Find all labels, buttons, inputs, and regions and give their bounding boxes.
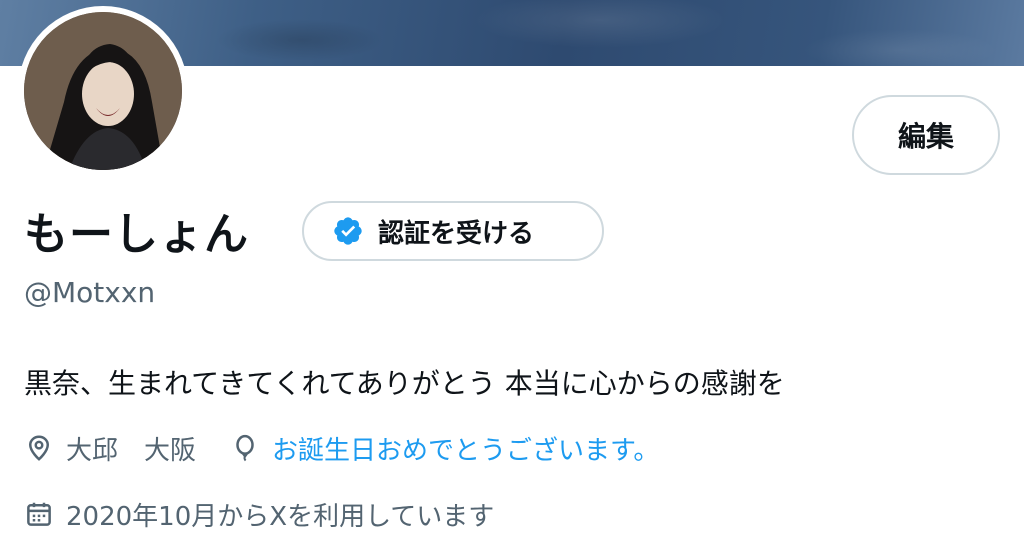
calendar-icon (27, 502, 51, 526)
location-pin-icon (28, 435, 50, 461)
profile-bio: 黒奈、生まれてきてくれてありがとう 本当に心からの感謝を (24, 367, 785, 400)
birthday-link[interactable]: お誕生日おめでとうございます。 (272, 430, 659, 467)
edit-profile-button[interactable]: 編集 (852, 95, 1000, 175)
profile-location: 大邱 大阪 (66, 435, 197, 466)
avatar-illustration (24, 12, 182, 170)
verified-badge-icon (334, 217, 362, 245)
avatar-frame (18, 6, 188, 176)
balloon-icon (236, 434, 254, 462)
joined-row: 2020年10月からXを利用しています (24, 494, 494, 534)
get-verified-button[interactable]: 認証を受ける (302, 201, 604, 261)
profile-meta-row: 大邱 大阪 お誕生日おめでとうございます。 (24, 428, 659, 468)
get-verified-label: 認証を受ける (378, 218, 535, 249)
joined-date: 2020年10月からXを利用しています (66, 501, 495, 532)
user-handle: @Motxxn (24, 276, 156, 309)
display-name: もーしょん (24, 209, 249, 260)
edit-profile-label: 編集 (897, 120, 954, 153)
avatar[interactable] (24, 12, 182, 170)
